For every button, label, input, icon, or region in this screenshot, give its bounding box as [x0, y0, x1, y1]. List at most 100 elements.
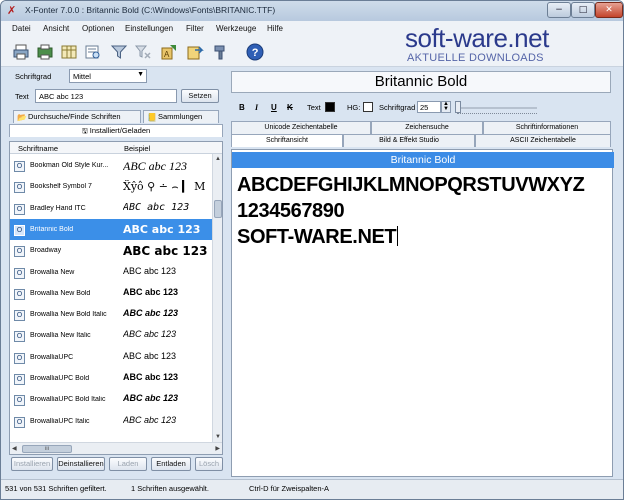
font-list-row[interactable]: O BrowalliaUPC Bold Italic ABC abc 123	[10, 389, 212, 410]
col-header-name[interactable]: Schriftname	[18, 144, 58, 153]
font-list-row[interactable]: O Bradley Hand ITC ABC abc 123	[10, 198, 212, 219]
font-list-row[interactable]: O BrowalliaUPC ABC abc 123	[10, 347, 212, 368]
font-list-row[interactable]: O Bookman Old Style Kur... ABC abc 123	[10, 155, 212, 176]
minimize-button[interactable]: −	[547, 2, 571, 18]
spinner-arrows-icon[interactable]: ▲ ▼	[441, 101, 451, 113]
install-font-icon[interactable]: A	[159, 42, 179, 62]
col-header-sample[interactable]: Beispiel	[124, 144, 150, 153]
help-icon[interactable]: ?	[245, 42, 265, 62]
font-list-row[interactable]: O BrowalliaUPC Italic ABC abc 123	[10, 411, 212, 432]
opentype-icon: O	[14, 288, 25, 300]
size-spinner[interactable]: 25	[417, 101, 441, 113]
vertical-scrollbar[interactable]: ▲ ▼	[212, 154, 222, 442]
filter-icon[interactable]	[109, 42, 129, 62]
size-slider[interactable]	[455, 101, 537, 114]
opentype-icon: O	[14, 310, 25, 322]
font-list-row[interactable]: O Broadway ABC abc 123	[10, 240, 212, 261]
font-list-row[interactable]: O Browallia New Italic ABC abc 123	[10, 325, 212, 346]
font-sample: ABC abc 123	[123, 265, 177, 276]
maximize-button[interactable]: □	[571, 2, 595, 18]
font-name: Browallia New Bold Italic	[30, 311, 107, 319]
font-sample: ABC abc 123	[123, 159, 187, 173]
menu-einstellungen[interactable]: Einstellungen	[125, 24, 173, 33]
horizontal-scrollbar[interactable]: ◀ ııı ▶	[10, 442, 222, 454]
font-list-row[interactable]: O BrowalliaUPC Bold ABC abc 123	[10, 368, 212, 389]
opentype-icon: O	[14, 182, 25, 194]
font-sample: ABC abc 123	[123, 393, 179, 404]
strikethrough-button[interactable]: K	[287, 103, 293, 112]
font-sample: ABC abc 123	[123, 222, 201, 236]
opentype-icon: O	[14, 374, 25, 385]
installed-icon: 🖫	[81, 128, 88, 135]
menu-datei[interactable]: Datei	[12, 24, 31, 33]
menu-werkzeuge[interactable]: Werkzeuge	[216, 24, 256, 33]
menu-ansicht[interactable]: Ansicht	[43, 24, 69, 33]
tab-font-view[interactable]: Schriftansicht	[231, 134, 343, 147]
menu-hilfe[interactable]: Hilfe	[267, 24, 283, 33]
font-title: Britannic Bold	[231, 71, 611, 93]
tab-installed-label: Installiert/Geladen	[89, 126, 151, 135]
opentype-icon: O	[14, 203, 25, 215]
print-icon[interactable]	[11, 42, 31, 62]
scroll-left-icon[interactable]: ◀	[12, 445, 17, 452]
text-label: Text	[15, 92, 29, 101]
underline-button[interactable]: U	[271, 103, 277, 112]
tab-collections[interactable]: 📒 Sammlungen	[143, 110, 219, 123]
title-bar[interactable]: ✗ X-Fonter 7.0.0 : Britannic Bold (C:\Wi…	[1, 1, 623, 21]
bold-button[interactable]: B	[239, 103, 245, 112]
sample-text-input[interactable]: ABC abc 123	[35, 89, 177, 103]
tab-unicode[interactable]: Unicode Zeichentabelle	[231, 121, 371, 134]
font-sample: ABC abc 123	[123, 308, 179, 319]
text-color-swatch[interactable]	[325, 102, 335, 112]
font-sample: ABC abc 123	[123, 329, 177, 340]
status-selected: 1 Schriften ausgewählt.	[131, 484, 209, 493]
unload-button[interactable]: Entladen	[151, 457, 191, 471]
bg-color-swatch[interactable]	[363, 102, 373, 112]
export-font-icon[interactable]	[185, 42, 205, 62]
slider-track	[457, 107, 537, 109]
font-name: BrowalliaUPC	[30, 353, 74, 361]
uninstall-button[interactable]: Deinstallieren	[57, 457, 105, 471]
italic-button[interactable]: I	[255, 103, 258, 112]
character-map-icon[interactable]	[59, 42, 79, 62]
scroll-thumb[interactable]	[214, 200, 222, 218]
opentype-icon: O	[14, 331, 25, 343]
tab-installed[interactable]: 🖫 Installiert/Geladen	[9, 124, 223, 137]
font-list-row[interactable]: O Bookshelf Symbol 7 Ẍŷô ⚲ ∸ ⌢ ▎ M	[10, 176, 212, 197]
load-button[interactable]: Laden	[109, 457, 147, 471]
tab-ascii[interactable]: ASCII Zeichentabelle	[475, 134, 611, 147]
delete-button[interactable]: Lösch	[195, 457, 223, 471]
svg-text:A: A	[164, 50, 170, 59]
app-icon[interactable]: ✗	[7, 5, 19, 17]
menu-optionen[interactable]: Optionen	[82, 24, 114, 33]
set-button[interactable]: Setzen	[181, 89, 219, 103]
opentype-icon: O	[14, 395, 25, 407]
tab-font-info[interactable]: Schriftinformationen	[483, 121, 611, 134]
font-list-row[interactable]: O Browallia New Bold ABC abc 123	[10, 283, 212, 304]
preview-area[interactable]: Britannic Bold ABCDEFGHIJKLMNOPQRSTUVWXY…	[231, 149, 614, 477]
scroll-right-icon[interactable]: ▶	[215, 445, 220, 452]
search-collection-icon[interactable]	[83, 42, 103, 62]
hscroll-thumb[interactable]: ııı	[22, 445, 72, 453]
scroll-down-icon[interactable]: ▼	[214, 433, 222, 441]
tab-collections-label: Sammlungen	[158, 112, 203, 121]
clear-filter-icon[interactable]	[133, 42, 153, 62]
size-select[interactable]: Mittel ▼	[69, 69, 147, 83]
font-list: Schriftname Beispiel O Bookman Old Style …	[9, 141, 223, 455]
install-button[interactable]: Installieren	[11, 457, 53, 471]
collection-icon: 📒	[147, 113, 157, 122]
scroll-up-icon[interactable]: ▲	[214, 155, 222, 163]
font-list-row[interactable]: O Browallia New ABC abc 123	[10, 262, 212, 283]
font-list-row[interactable]: O Britannic Bold ABC abc 123	[10, 218, 212, 241]
close-button[interactable]: ✕	[595, 2, 623, 18]
tab-browse[interactable]: 📂 Durchsuche/Finde Schriften	[13, 110, 141, 123]
font-list-row[interactable]: O Browallia New Bold Italic ABC abc 123	[10, 304, 212, 325]
menu-filter[interactable]: Filter	[186, 24, 204, 33]
tab-char-search[interactable]: Zeichensuche	[371, 121, 483, 134]
tab-image-studio[interactable]: Bild & Effekt Studio	[343, 134, 475, 147]
font-sample: ABC abc 123	[123, 201, 190, 213]
font-tool-icon[interactable]	[211, 42, 231, 62]
font-name: BrowalliaUPC Bold	[30, 375, 90, 382]
printer-preview-icon[interactable]	[35, 42, 55, 62]
preview-line-custom[interactable]: SOFT-WARE.NET	[237, 226, 399, 249]
